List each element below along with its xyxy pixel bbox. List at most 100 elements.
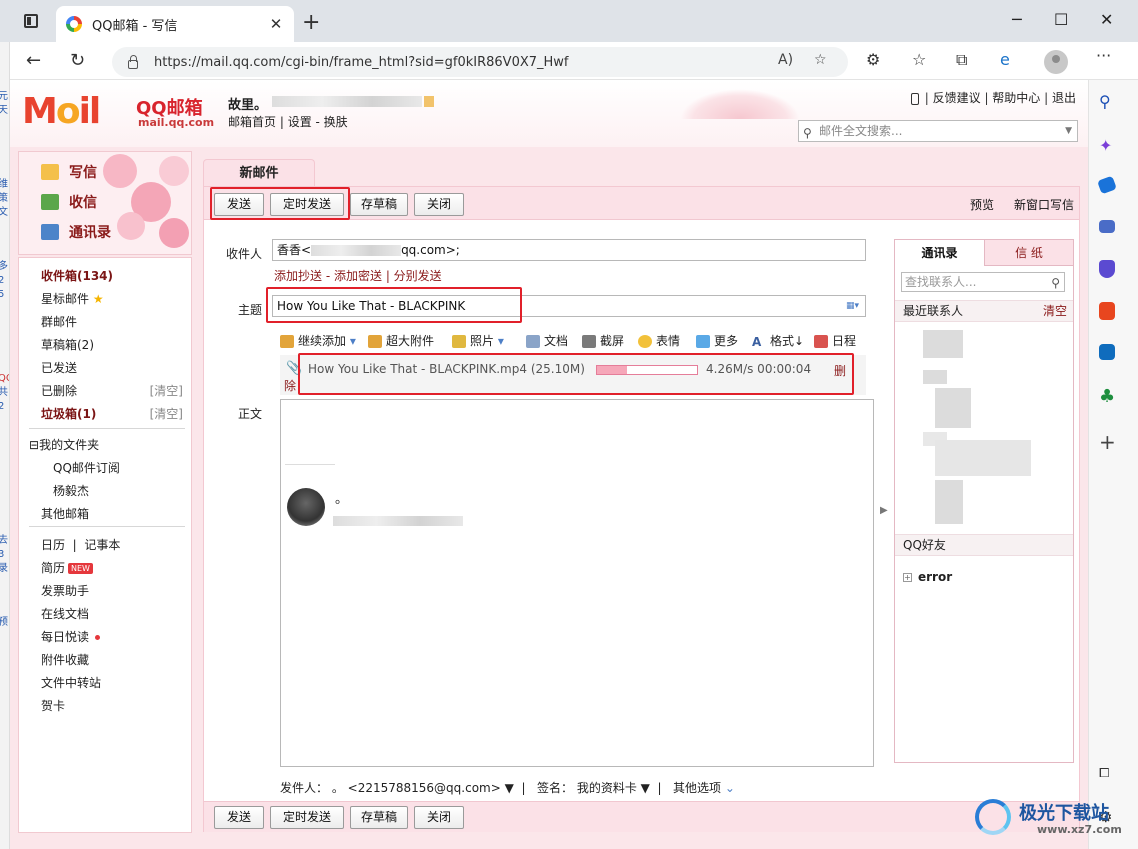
new-tab-icon[interactable]: +: [302, 10, 320, 35]
more-button[interactable]: 更多: [696, 332, 738, 349]
emoji-button[interactable]: 表情: [638, 332, 680, 349]
contact-search-input[interactable]: 查找联系人... ⚲: [901, 272, 1065, 292]
clear-recent-link[interactable]: 清空: [1043, 301, 1067, 321]
mail-home-link[interactable]: 邮箱首页: [228, 115, 276, 129]
search-icon[interactable]: ⚲: [1099, 92, 1119, 112]
preview-link[interactable]: 预览: [970, 196, 994, 213]
window-close-icon[interactable]: ✕: [1100, 10, 1113, 29]
compose-nav[interactable]: 写信: [41, 162, 97, 182]
outlook-icon[interactable]: [1099, 344, 1115, 360]
format-button[interactable]: A 格式↓: [752, 332, 804, 349]
qqmail-logo[interactable]: Moil: [22, 91, 101, 132]
read-aloud-icon[interactable]: A): [778, 52, 793, 68]
collapse-panel-icon[interactable]: ▶: [880, 505, 888, 516]
sidebar-layout-icon[interactable]: ⧠: [1099, 766, 1119, 786]
add-sidebar-icon[interactable]: +: [1099, 430, 1119, 454]
chevron-down-icon[interactable]: ▾: [498, 334, 504, 348]
clear-spam-link[interactable]: [清空]: [150, 405, 183, 422]
continue-add-button[interactable]: 继续添加 ▾: [280, 332, 356, 349]
scheduled-send-button-bottom[interactable]: 定时发送: [270, 806, 344, 829]
close-button[interactable]: 关闭: [414, 193, 464, 216]
schedule-button[interactable]: 日程: [814, 332, 856, 349]
folder-group-mail[interactable]: 群邮件: [41, 313, 77, 330]
folder-qq-subscription[interactable]: QQ邮件订阅: [53, 459, 120, 476]
my-folders-toggle[interactable]: ⊟我的文件夹: [29, 436, 99, 453]
clear-deleted-link[interactable]: [清空]: [150, 382, 183, 399]
add-cc-link[interactable]: 添加抄送: [274, 269, 322, 283]
tool-daily-reading[interactable]: 每日悦读: [41, 628, 101, 645]
shopping-tag-icon[interactable]: [1097, 175, 1117, 195]
subject-format-icon[interactable]: ▦▾: [846, 296, 859, 316]
tab-stationery[interactable]: 信 纸: [984, 240, 1073, 266]
maximize-icon[interactable]: ☐: [1054, 10, 1068, 29]
url-field[interactable]: https://mail.qq.com/cgi-bin/frame_html?s…: [112, 47, 848, 77]
settings-link[interactable]: 设置: [288, 115, 312, 129]
send-button-bottom[interactable]: 发送: [214, 806, 264, 829]
tool-attachments[interactable]: 附件收藏: [41, 651, 89, 668]
minimize-icon[interactable]: ─: [1012, 10, 1022, 29]
copilot-icon[interactable]: ✦: [1099, 136, 1119, 156]
folder-drafts[interactable]: 草稿箱(2): [41, 336, 94, 353]
tab-new-mail[interactable]: 新邮件: [203, 159, 315, 187]
recipient-field[interactable]: 香香< qq.com>;: [272, 239, 866, 261]
office-icon[interactable]: [1099, 302, 1115, 320]
back-icon[interactable]: ←: [26, 50, 41, 71]
add-bcc-link[interactable]: 添加密送: [334, 269, 382, 283]
feedback-link[interactable]: 反馈建议: [933, 91, 981, 105]
add-favorite-icon[interactable]: ☆: [814, 52, 827, 68]
collections-icon[interactable]: ⧉: [956, 50, 967, 70]
browser-tab[interactable]: QQ邮箱 - 写信 ✕: [56, 6, 294, 42]
expand-plus-icon[interactable]: +: [903, 573, 912, 582]
folder-custom[interactable]: 杨毅杰: [53, 482, 89, 499]
new-window-link[interactable]: 新窗口写信: [1014, 196, 1074, 213]
separate-send-link[interactable]: 分别发送: [394, 269, 442, 283]
reload-icon[interactable]: ↻: [70, 50, 85, 71]
edge-bar-icon[interactable]: e: [1000, 50, 1010, 69]
large-attachment-button[interactable]: 超大附件: [368, 332, 434, 349]
delete-upload-link-2[interactable]: 除: [284, 377, 296, 394]
tab-close-icon[interactable]: ✕: [266, 15, 286, 33]
photo-button[interactable]: 照片 ▾: [452, 332, 504, 349]
close-button-bottom[interactable]: 关闭: [414, 806, 464, 829]
extensions-icon[interactable]: ⚙: [866, 50, 880, 69]
tools-icon[interactable]: [1099, 220, 1115, 233]
receive-nav[interactable]: 收信: [41, 192, 97, 212]
folder-sent[interactable]: 已发送: [41, 359, 77, 376]
notebook-link[interactable]: 记事本: [84, 538, 120, 552]
qq-group-node[interactable]: + error: [903, 570, 952, 584]
tab-actions-icon[interactable]: [24, 14, 38, 28]
help-link[interactable]: 帮助中心: [992, 91, 1040, 105]
chevron-down-icon[interactable]: ▾: [350, 334, 356, 348]
tool-invoice[interactable]: 发票助手: [41, 582, 89, 599]
logout-link[interactable]: 退出: [1052, 91, 1076, 105]
profile-avatar[interactable]: [1044, 50, 1068, 74]
tree-icon[interactable]: ♣: [1099, 386, 1119, 407]
chevron-down-icon[interactable]: ▼: [1065, 121, 1072, 141]
games-icon[interactable]: [1099, 260, 1115, 278]
other-options-link[interactable]: 其他选项 ⌄: [673, 781, 735, 795]
tool-file-transfer[interactable]: 文件中转站: [41, 674, 101, 691]
tool-online-docs[interactable]: 在线文档: [41, 605, 89, 622]
mail-search-input[interactable]: ⚲ 邮件全文搜索... ▼: [798, 120, 1078, 142]
tool-greeting-card[interactable]: 贺卡: [41, 697, 65, 714]
folder-spam[interactable]: 垃圾箱(1): [41, 405, 96, 422]
contacts-nav[interactable]: 通讯录: [41, 222, 111, 242]
signature-select[interactable]: 我的资料卡 ▼: [577, 781, 650, 795]
other-mailbox[interactable]: 其他邮箱: [41, 505, 89, 522]
change-skin-link[interactable]: 换肤: [324, 115, 348, 129]
sender-select[interactable]: 。 <2215788156@qq.com> ▼: [332, 781, 514, 795]
more-menu-icon[interactable]: ···: [1096, 46, 1111, 65]
folder-inbox[interactable]: 收件箱(134): [41, 267, 113, 284]
save-draft-button[interactable]: 存草稿: [350, 193, 408, 216]
mail-body-editor[interactable]: 。: [280, 399, 874, 767]
document-button[interactable]: 文档: [526, 332, 568, 349]
favorites-icon[interactable]: ☆: [912, 50, 926, 69]
phone-icon[interactable]: [910, 92, 919, 105]
tool-resume[interactable]: 简历 NEW: [41, 559, 93, 576]
save-draft-button-bottom[interactable]: 存草稿: [350, 806, 408, 829]
calendar-link[interactable]: 日历: [41, 538, 65, 552]
folder-starred[interactable]: 星标邮件 ★: [41, 290, 104, 307]
tab-contacts[interactable]: 通讯录: [895, 240, 984, 266]
screenshot-button[interactable]: 截屏: [582, 332, 624, 349]
folder-deleted[interactable]: 已删除: [41, 382, 77, 399]
